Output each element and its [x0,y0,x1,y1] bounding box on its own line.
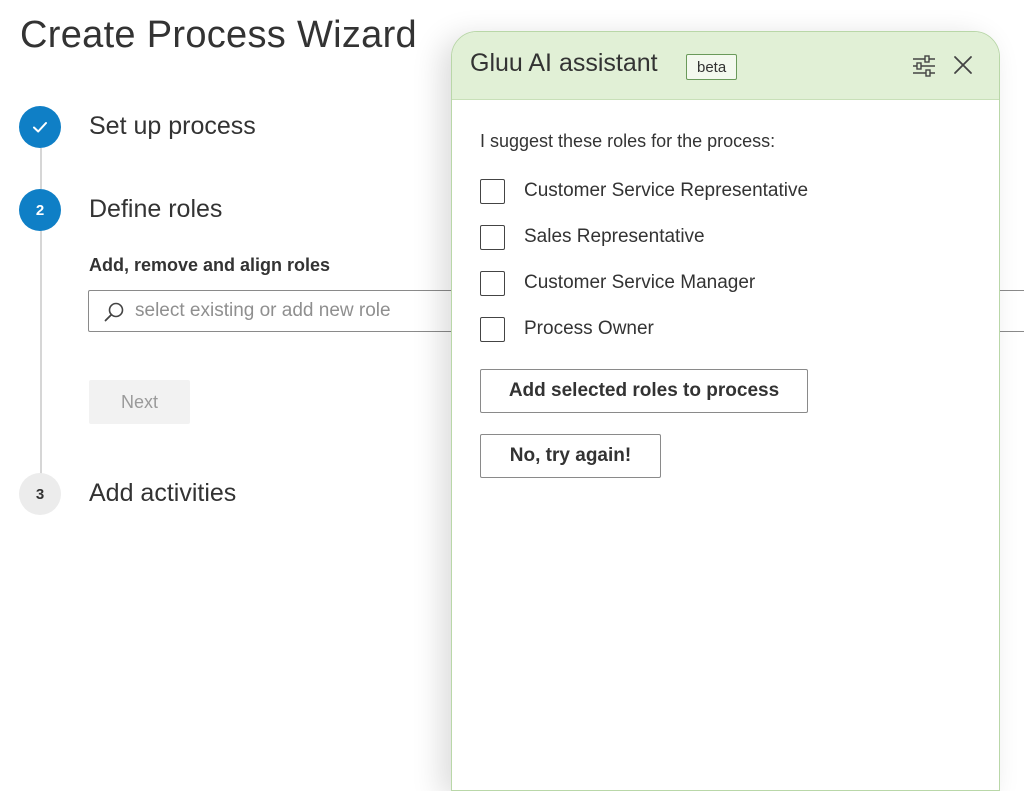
search-icon [104,302,124,322]
step-1-indicator [19,106,61,148]
close-icon[interactable] [952,54,974,76]
role-option[interactable]: Process Owner [480,314,654,344]
ai-assistant-panel: Gluu AI assistant beta I suggest these r… [451,31,1000,791]
checkmark-icon [33,122,47,133]
beta-badge: beta [686,54,738,80]
roles-section-label: Add, remove and align roles [89,255,331,275]
step-2-indicator: 2 [19,189,61,231]
step-connector [40,148,42,189]
step-3-indicator: 3 [19,473,61,515]
next-button[interactable]: Next [89,380,190,424]
step-connector [40,230,42,474]
try-again-button[interactable]: No, try again! [480,434,661,478]
role-option[interactable]: Customer Service Representative [480,176,808,206]
assistant-header: Gluu AI assistant beta [452,32,999,100]
role-checkbox[interactable] [480,316,505,342]
assistant-title: Gluu AI assistant [470,49,658,77]
role-search-input[interactable] [135,291,495,331]
role-option-label: Process Owner [524,318,654,339]
role-option-label: Customer Service Manager [524,272,756,293]
role-checkbox[interactable] [480,224,505,250]
add-selected-roles-button[interactable]: Add selected roles to process [480,369,808,413]
role-checkbox[interactable] [480,178,505,204]
step-3-label: Add activities [89,479,237,507]
assistant-suggestion-text: I suggest these roles for the process: [480,131,776,151]
step-2-label: Define roles [89,195,223,223]
role-option[interactable]: Customer Service Manager [480,268,755,298]
role-option[interactable]: Sales Representative [480,222,705,252]
role-checkbox[interactable] [480,270,505,296]
role-option-label: Sales Representative [524,226,705,247]
step-1-label: Set up process [89,112,256,140]
page-title: Create Process Wizard [20,14,417,56]
sliders-icon[interactable] [911,53,937,79]
role-option-label: Customer Service Representative [524,180,809,201]
